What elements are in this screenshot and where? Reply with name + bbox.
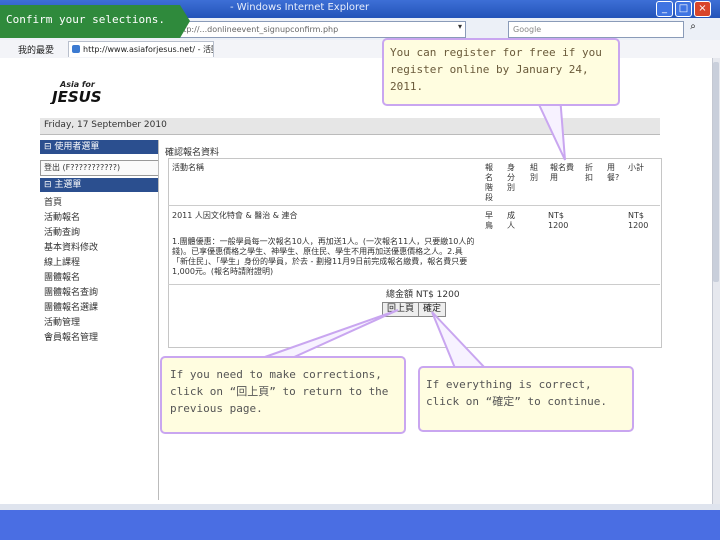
callout-free-registration: You can register for free if you registe…: [382, 38, 620, 106]
pointer-right: [431, 311, 488, 369]
callout-continue: If everything is correct, click on “確定” …: [418, 366, 634, 432]
pointer-left: [261, 309, 399, 359]
instruction-banner-text: Confirm your selections.: [6, 13, 165, 26]
taskbar: [0, 510, 720, 540]
callout-corrections: If you need to make corrections, click o…: [160, 356, 406, 434]
